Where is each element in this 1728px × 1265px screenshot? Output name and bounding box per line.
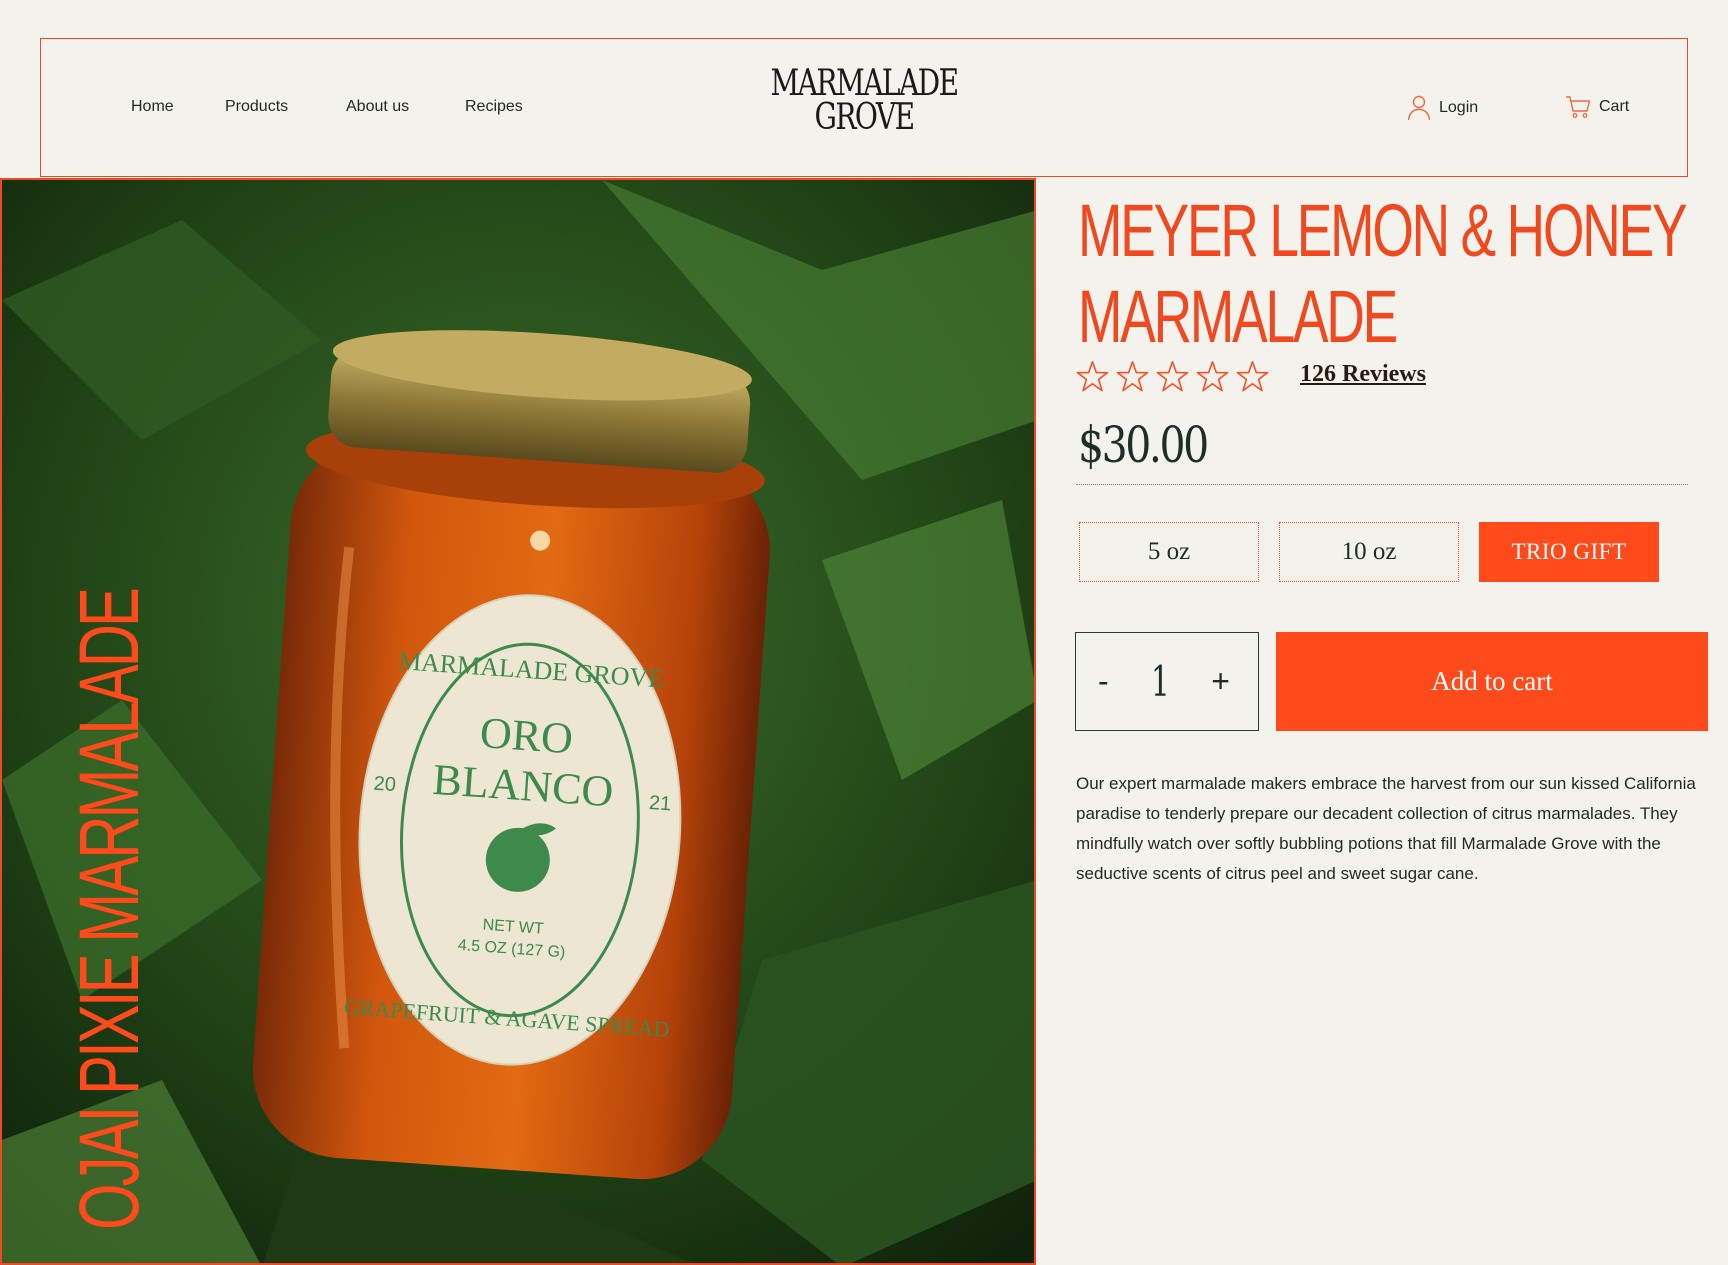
reviews-link[interactable]: 126 Reviews	[1300, 361, 1426, 388]
nav-home[interactable]: Home	[131, 98, 174, 116]
jar-photo: MARMALADE GROVE ORO BLANCO 20 21 NET WT …	[2, 180, 1034, 1263]
quantity-value[interactable]: 1	[1151, 657, 1170, 706]
nav-about-us[interactable]: About us	[346, 98, 409, 116]
price-divider	[1076, 484, 1688, 485]
site-header: Home Products About us Recipes MARMALADE…	[40, 38, 1688, 177]
quantity-stepper: - 1 +	[1075, 632, 1259, 731]
site-logo[interactable]: MARMALADE GROVE	[744, 63, 984, 138]
user-icon	[1407, 95, 1431, 121]
cart-icon	[1566, 96, 1591, 118]
nav-products[interactable]: Products	[225, 98, 288, 116]
logo-line-1: MARMALADE	[770, 63, 959, 104]
star-icon[interactable]	[1076, 360, 1109, 393]
add-to-cart-button[interactable]: Add to cart	[1276, 632, 1708, 731]
star-icon[interactable]	[1236, 360, 1269, 393]
star-icon[interactable]	[1156, 360, 1189, 393]
rating-stars[interactable]	[1076, 360, 1269, 393]
star-icon[interactable]	[1116, 360, 1149, 393]
product-description: Our expert marmalade makers embrace the …	[1076, 774, 1696, 883]
nav-recipes[interactable]: Recipes	[465, 98, 523, 116]
cart-link[interactable]: Cart	[1565, 95, 1629, 119]
label-year-right: 21	[648, 792, 672, 815]
logo-line-2: GROVE	[814, 97, 915, 138]
quantity-increment-button[interactable]: +	[1211, 663, 1230, 700]
product-image: MARMALADE GROVE ORO BLANCO 20 21 NET WT …	[0, 178, 1036, 1265]
product-title: MEYER LEMON & HONEY MARMALADE	[1078, 189, 1687, 358]
label-year-left: 20	[373, 773, 397, 796]
quantity-decrement-button[interactable]: -	[1098, 663, 1109, 700]
size-option-trio-gift[interactable]: TRIO GIFT	[1479, 522, 1659, 582]
size-option-10oz[interactable]: 10 oz	[1279, 522, 1459, 582]
star-icon[interactable]	[1196, 360, 1229, 393]
cart-label: Cart	[1599, 98, 1630, 115]
label-name-1: ORO	[478, 708, 574, 763]
product-price: $30.00	[1078, 416, 1209, 474]
size-option-5oz[interactable]: 5 oz	[1079, 522, 1259, 582]
login-link[interactable]: Login	[1407, 95, 1478, 121]
login-label: Login	[1439, 99, 1479, 116]
vertical-product-line: OJAI PIXIE MARMALADE	[62, 589, 156, 1230]
